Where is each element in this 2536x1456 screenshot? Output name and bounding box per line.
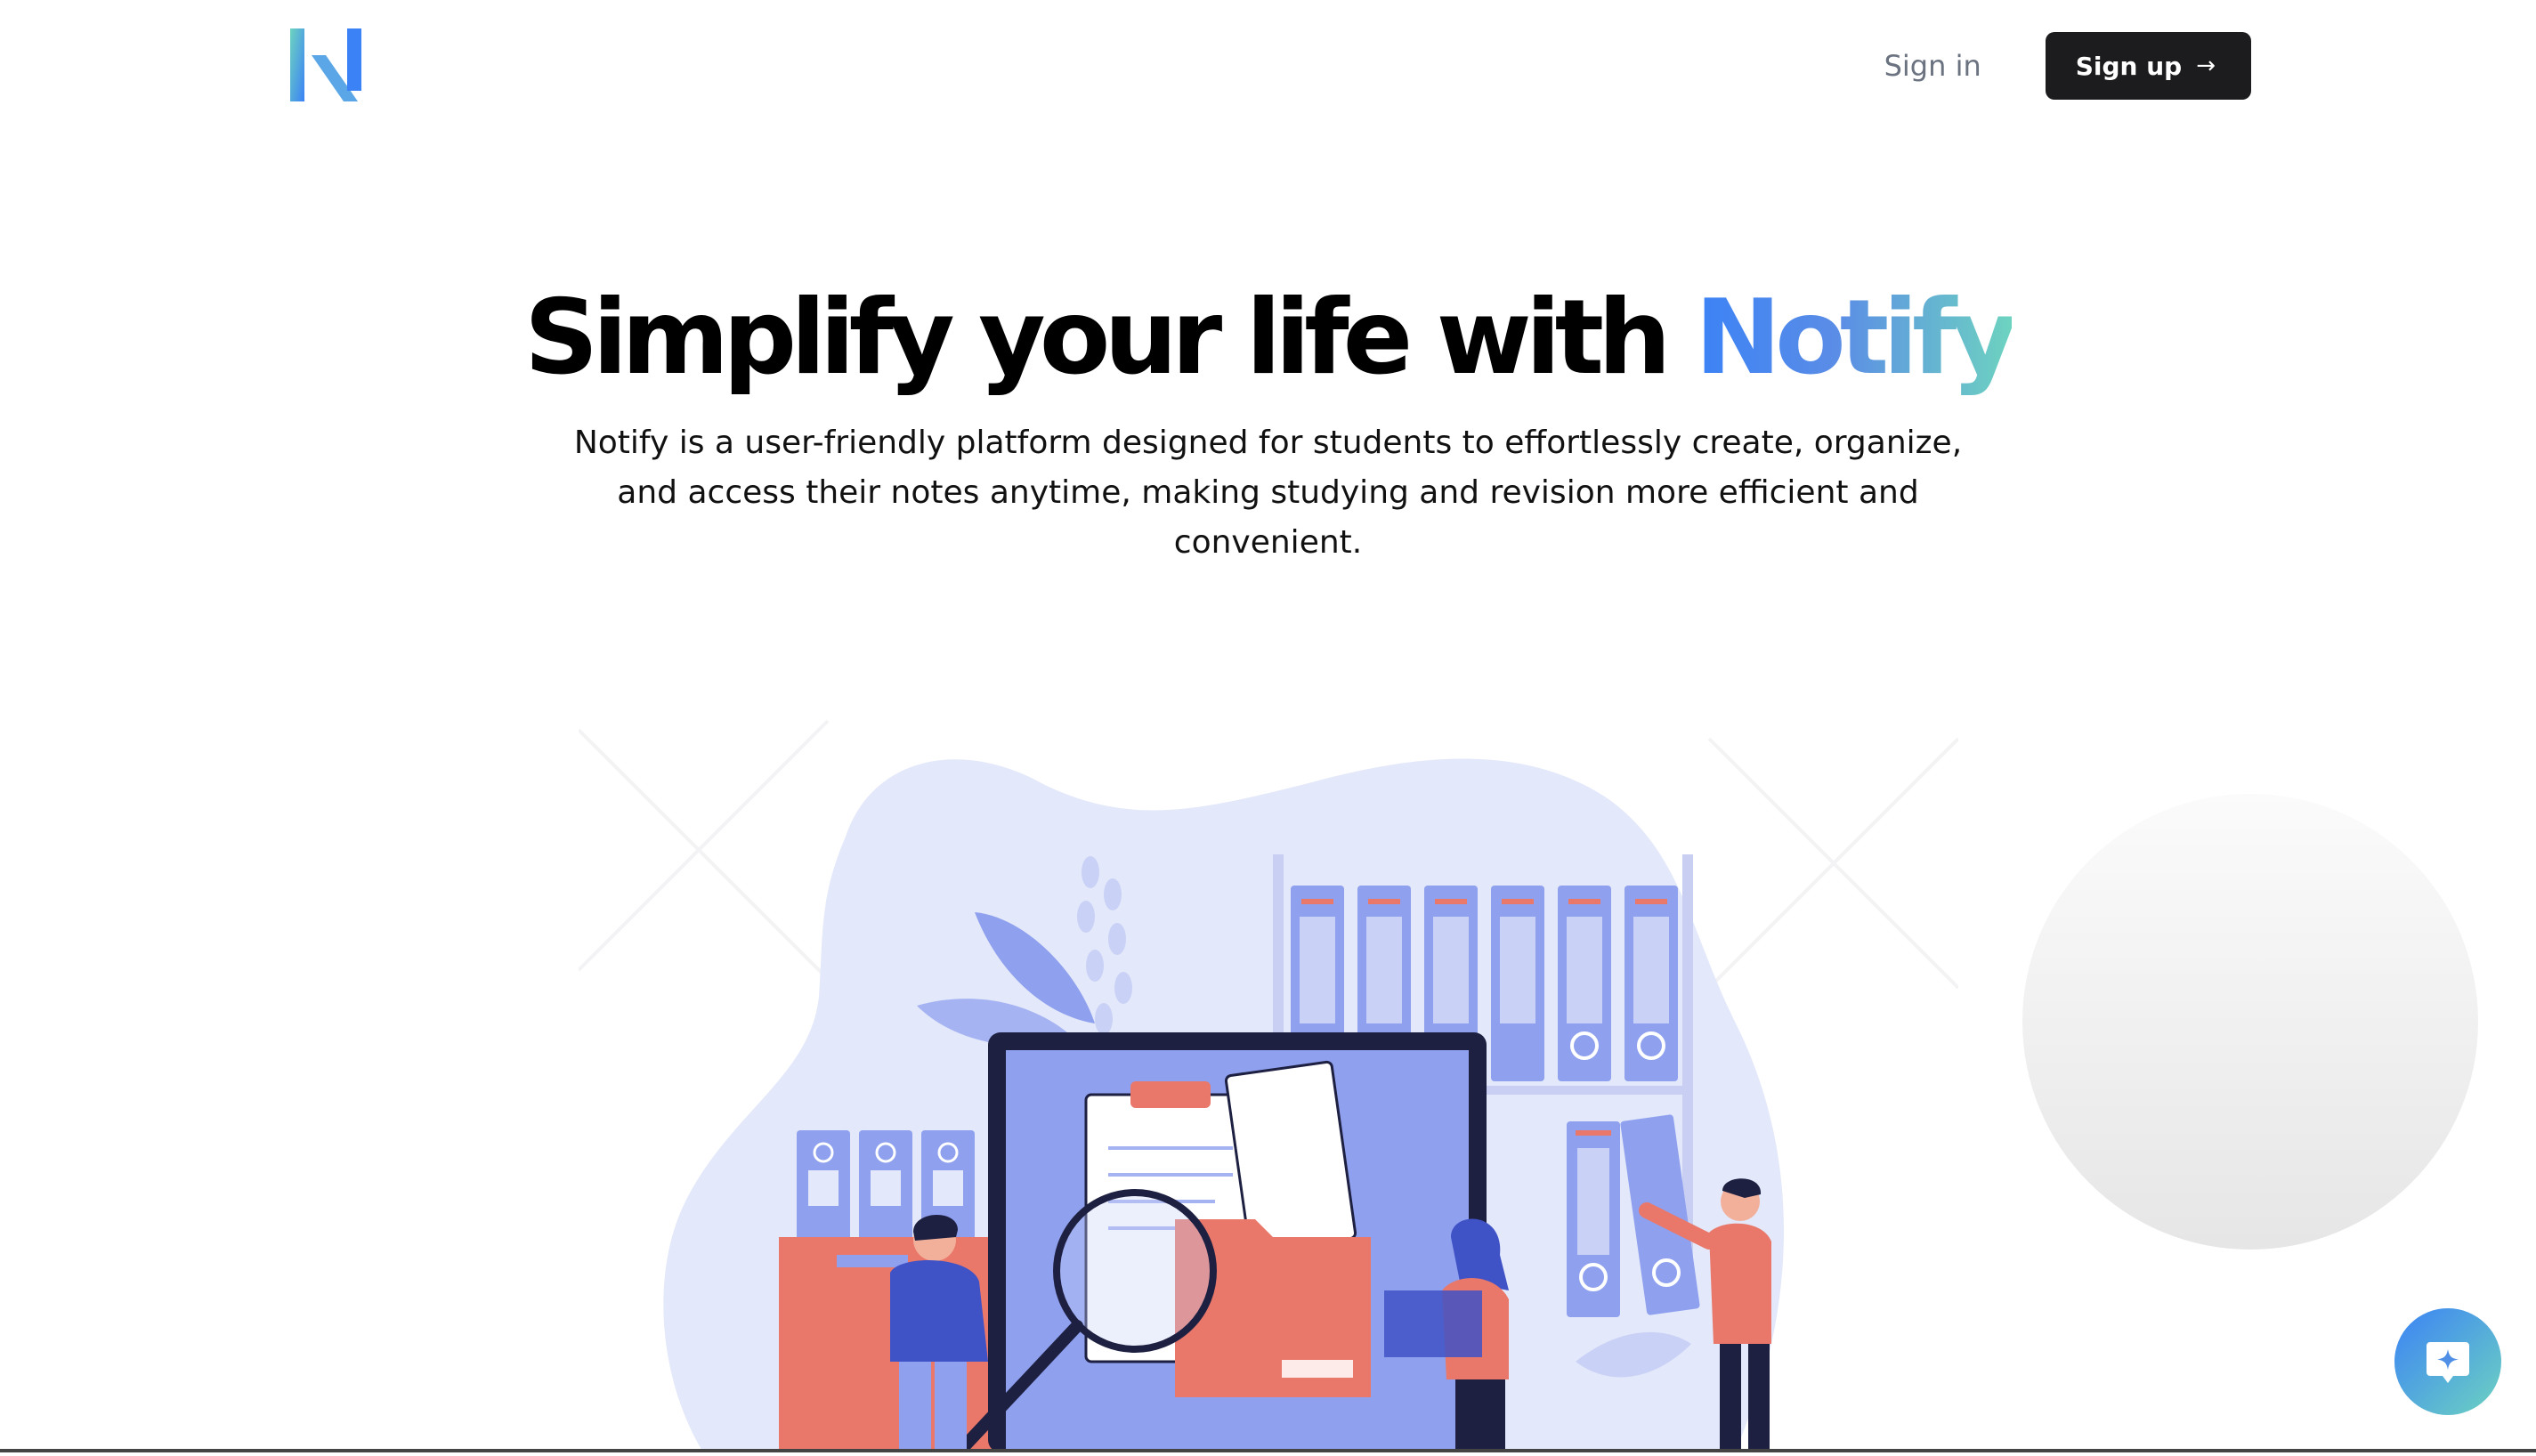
sign-up-button[interactable]: Sign up → [2045, 32, 2251, 100]
hero-title-prefix: Simplify your life with [523, 278, 1672, 398]
chat-widget-button[interactable] [2394, 1308, 2501, 1415]
hero-description: Notify is a user-friendly platform desig… [573, 425, 1963, 561]
hero-section: Simplify your life with Notify Notify is… [0, 267, 2536, 568]
bottom-divider [0, 1449, 2536, 1452]
sign-up-label: Sign up [2075, 51, 2183, 81]
chat-sparkle-icon [2427, 1342, 2469, 1383]
auth-nav: Sign in Sign up → [1884, 32, 2251, 100]
hero-title-brand: Notify [1695, 278, 2018, 398]
arrow-right-icon: → [2196, 53, 2216, 79]
notify-logo-icon[interactable] [290, 28, 363, 101]
hero-title: Simplify your life with Notify [0, 267, 2536, 409]
decorative-circle [2022, 794, 2478, 1250]
sign-in-link[interactable]: Sign in [1884, 49, 1981, 83]
top-navbar: Sign in Sign up → [0, 0, 2536, 133]
file-organization-illustration [577, 703, 1960, 1456]
